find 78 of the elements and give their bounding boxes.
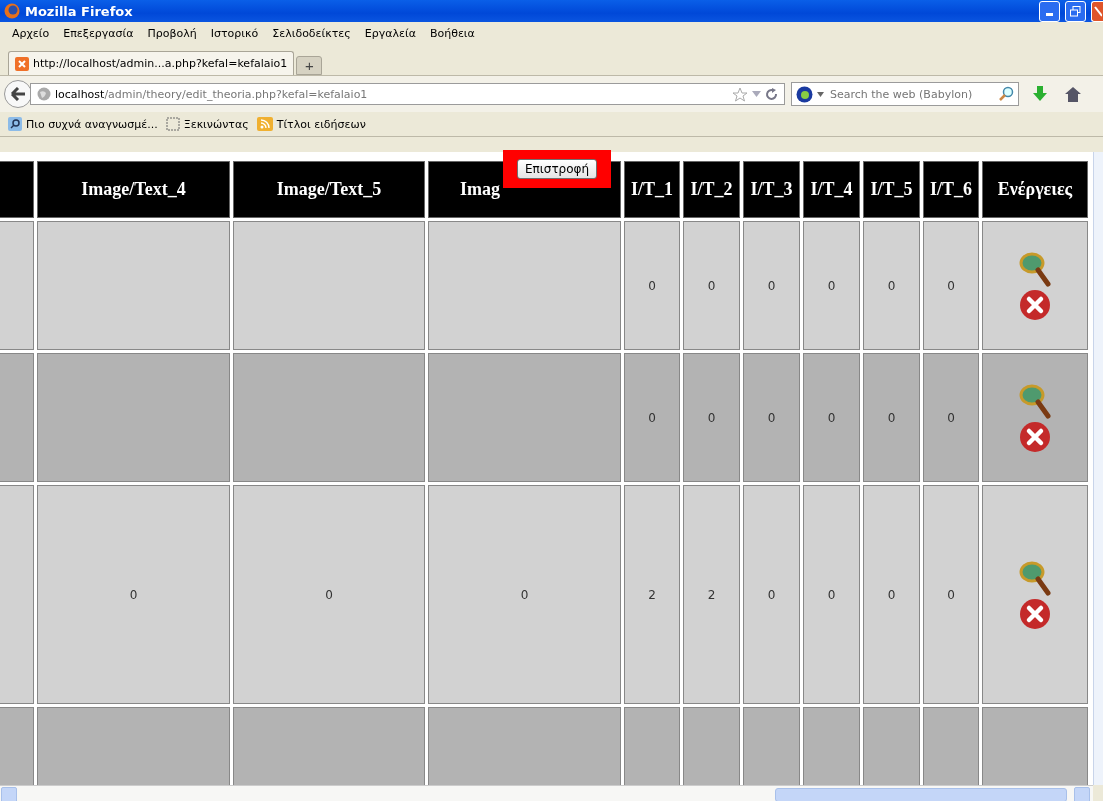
table-cell: 0 [863, 353, 920, 482]
column-header: Ενέργειες [982, 161, 1088, 218]
minimize-icon [1046, 12, 1053, 16]
table-cell: 0 [743, 221, 800, 350]
back-button[interactable] [4, 80, 32, 108]
menu-item[interactable]: Εργαλεία [364, 26, 416, 40]
new-tab-button[interactable]: + [296, 56, 323, 75]
close-icon [1093, 5, 1102, 17]
bookmark-item[interactable]: Ξεκινώντας [165, 117, 249, 131]
column-header: Image/Text_5 [233, 161, 425, 218]
header-cell [0, 161, 34, 218]
table-cell: 0 [743, 485, 800, 704]
magnifier-icon[interactable] [1018, 382, 1052, 419]
table-cell: 0 [923, 485, 979, 704]
star-icon[interactable] [732, 86, 748, 102]
download-icon[interactable] [1033, 86, 1047, 102]
close-button[interactable] [1091, 0, 1103, 22]
menu-item[interactable]: Προβολή [147, 26, 197, 40]
menu-item[interactable]: Σελιδοδείκτες [272, 26, 351, 40]
table-cell: 0 [923, 353, 979, 482]
search-icon[interactable] [998, 86, 1014, 102]
delete-icon[interactable] [1019, 597, 1051, 630]
minimize-button[interactable] [1039, 0, 1060, 22]
bookmark-item[interactable]: Τίτλοι ειδήσεων [256, 117, 366, 131]
table-cell: 0 [923, 221, 979, 350]
url-path: /admin/theory/edit_theoria.php?kefal=kefalaio1 [104, 87, 368, 101]
back-arrow-icon [10, 87, 26, 101]
column-header: Imag [460, 179, 500, 200]
column-header: I/T_3 [743, 161, 800, 218]
column-header: I/T_1 [624, 161, 680, 218]
table-cell: 0 [863, 485, 920, 704]
column-header: I/T_4 [803, 161, 860, 218]
table-cell: 0 [624, 353, 680, 482]
page-icon [165, 117, 180, 131]
search-bar[interactable]: Search the web (Babylon) [791, 82, 1019, 106]
globe-icon [37, 87, 51, 101]
search-icon [8, 117, 22, 131]
table-cell: 2 [624, 485, 680, 704]
menu-item[interactable]: Επεξεργασία [63, 26, 134, 40]
table-cell: 2 [683, 485, 740, 704]
table-cell: 0 [863, 221, 920, 350]
reload-icon[interactable] [765, 87, 778, 101]
magnifier-icon[interactable] [1018, 250, 1052, 287]
column-header: I/T_2 [683, 161, 740, 218]
delete-icon[interactable] [1019, 288, 1051, 321]
restore-icon [1070, 5, 1081, 17]
home-icon[interactable] [1065, 86, 1081, 102]
restore-button[interactable] [1065, 0, 1086, 22]
table-cell: 0 [803, 353, 860, 482]
column-header: Image/Text_4 [37, 161, 230, 218]
table-cell: 0 [683, 353, 740, 482]
table-cell: 0 [37, 485, 230, 704]
feed-icon [256, 117, 273, 131]
search-field[interactable]: Search the web (Babylon) [828, 86, 994, 102]
address-bar[interactable]: localhost/admin/theory/edit_theoria.php?kefal=kefalaio1 [30, 83, 785, 105]
table-cell: 0 [233, 485, 425, 704]
window-title: Mozilla Firefox [25, 3, 134, 19]
table-cell: 0 [428, 485, 621, 704]
back-link-button[interactable]: Επιστροφή [516, 159, 598, 179]
bookmark-item[interactable]: Πιο συχνά αναγνωσμέ... [8, 117, 158, 131]
table-cell: 0 [803, 485, 860, 704]
menu-item[interactable]: Αρχείο [12, 26, 50, 40]
url-host: localhost [55, 87, 105, 101]
delete-icon[interactable] [1019, 420, 1051, 453]
horizontal-scrollbar[interactable] [0, 785, 1093, 801]
favicon-icon [15, 56, 29, 71]
column-header: I/T_5 [863, 161, 920, 218]
tab-title: http://localhost/admin...a.php?kefal=kefalaio1 [33, 57, 288, 70]
table-cell: 0 [683, 221, 740, 350]
table-cell: 0 [743, 353, 800, 482]
browser-tab[interactable]: http://localhost/admin...a.php?kefal=kefalaio1 [8, 51, 295, 75]
dropdown-icon[interactable] [817, 91, 824, 97]
menu-item[interactable]: Βοήθεια [429, 26, 475, 40]
table-cell: 0 [624, 221, 680, 350]
table-cell: 0 [803, 221, 860, 350]
menu-item[interactable]: Ιστορικό [210, 26, 259, 40]
column-header: I/T_6 [923, 161, 979, 218]
magnifier-icon[interactable] [1018, 559, 1052, 596]
